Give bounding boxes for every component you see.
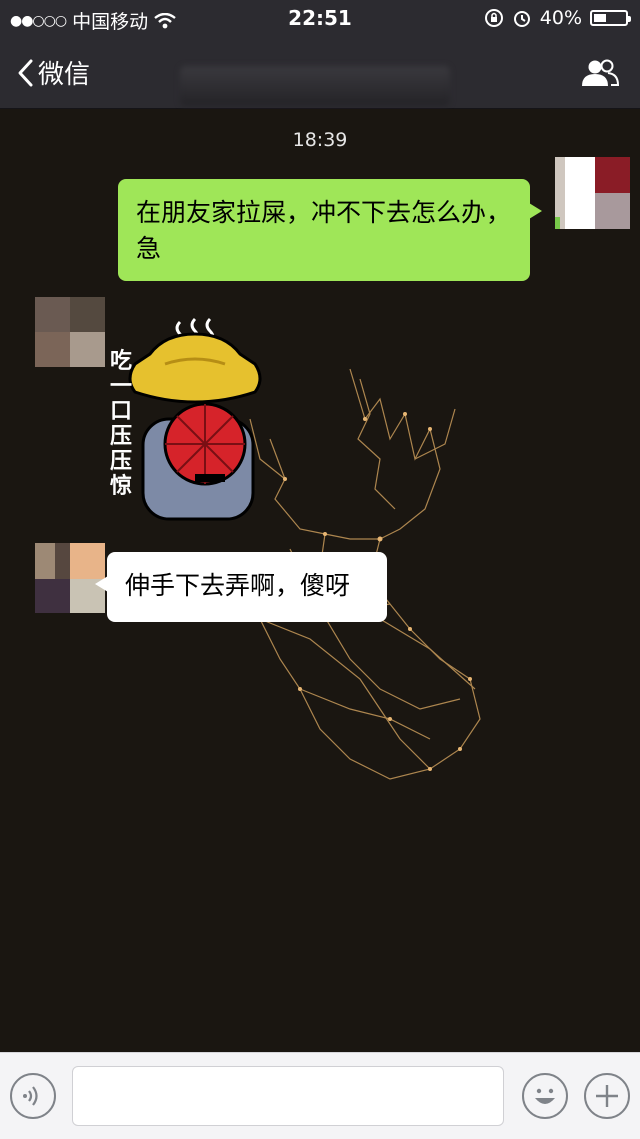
message-timestamp: 18:39 bbox=[292, 129, 348, 151]
back-button[interactable]: 微信 bbox=[16, 54, 90, 91]
nav-bar: 微信 bbox=[0, 36, 640, 109]
message-bubble-outgoing[interactable]: 在朋友家拉屎，冲不下去怎么办，急 bbox=[118, 179, 542, 281]
message-bubble-incoming[interactable]: 伸手下去弄啊，傻呀 bbox=[95, 552, 387, 622]
status-right: 40% bbox=[484, 7, 631, 29]
more-button[interactable] bbox=[584, 1073, 630, 1119]
back-label: 微信 bbox=[38, 60, 91, 90]
group-members-icon bbox=[582, 59, 620, 86]
back-chevron-icon bbox=[18, 59, 33, 86]
battery-icon bbox=[590, 10, 631, 26]
battery-percent: 40% bbox=[539, 7, 582, 29]
contact-avatar[interactable] bbox=[35, 297, 105, 367]
my-avatar-image bbox=[555, 157, 630, 229]
battery-fill bbox=[594, 14, 606, 22]
my-avatar[interactable] bbox=[555, 157, 630, 229]
voice-icon bbox=[23, 1086, 38, 1106]
chat-title-redacted bbox=[180, 66, 450, 106]
emoji-icon bbox=[535, 1088, 555, 1104]
input-bar bbox=[0, 1052, 640, 1139]
contact-avatar-image bbox=[35, 297, 105, 367]
plus-icon bbox=[596, 1085, 618, 1107]
emoji-button[interactable] bbox=[522, 1073, 568, 1119]
chat-area[interactable]: 18:39 在朋友家拉屎，冲不下去怎么办，急 吃一口压压惊 伸手下去弄啊，傻呀 bbox=[0, 109, 640, 1052]
alarm-icon bbox=[513, 11, 530, 27]
status-bar: ●●○○○ 中国移动 22:51 40% bbox=[0, 0, 640, 36]
message-input[interactable] bbox=[72, 1066, 504, 1126]
sticker-caption: 吃一口压压惊 bbox=[109, 349, 132, 499]
group-members-button[interactable] bbox=[580, 58, 620, 92]
voice-button[interactable] bbox=[10, 1073, 56, 1119]
lock-rotation-icon bbox=[484, 9, 503, 27]
